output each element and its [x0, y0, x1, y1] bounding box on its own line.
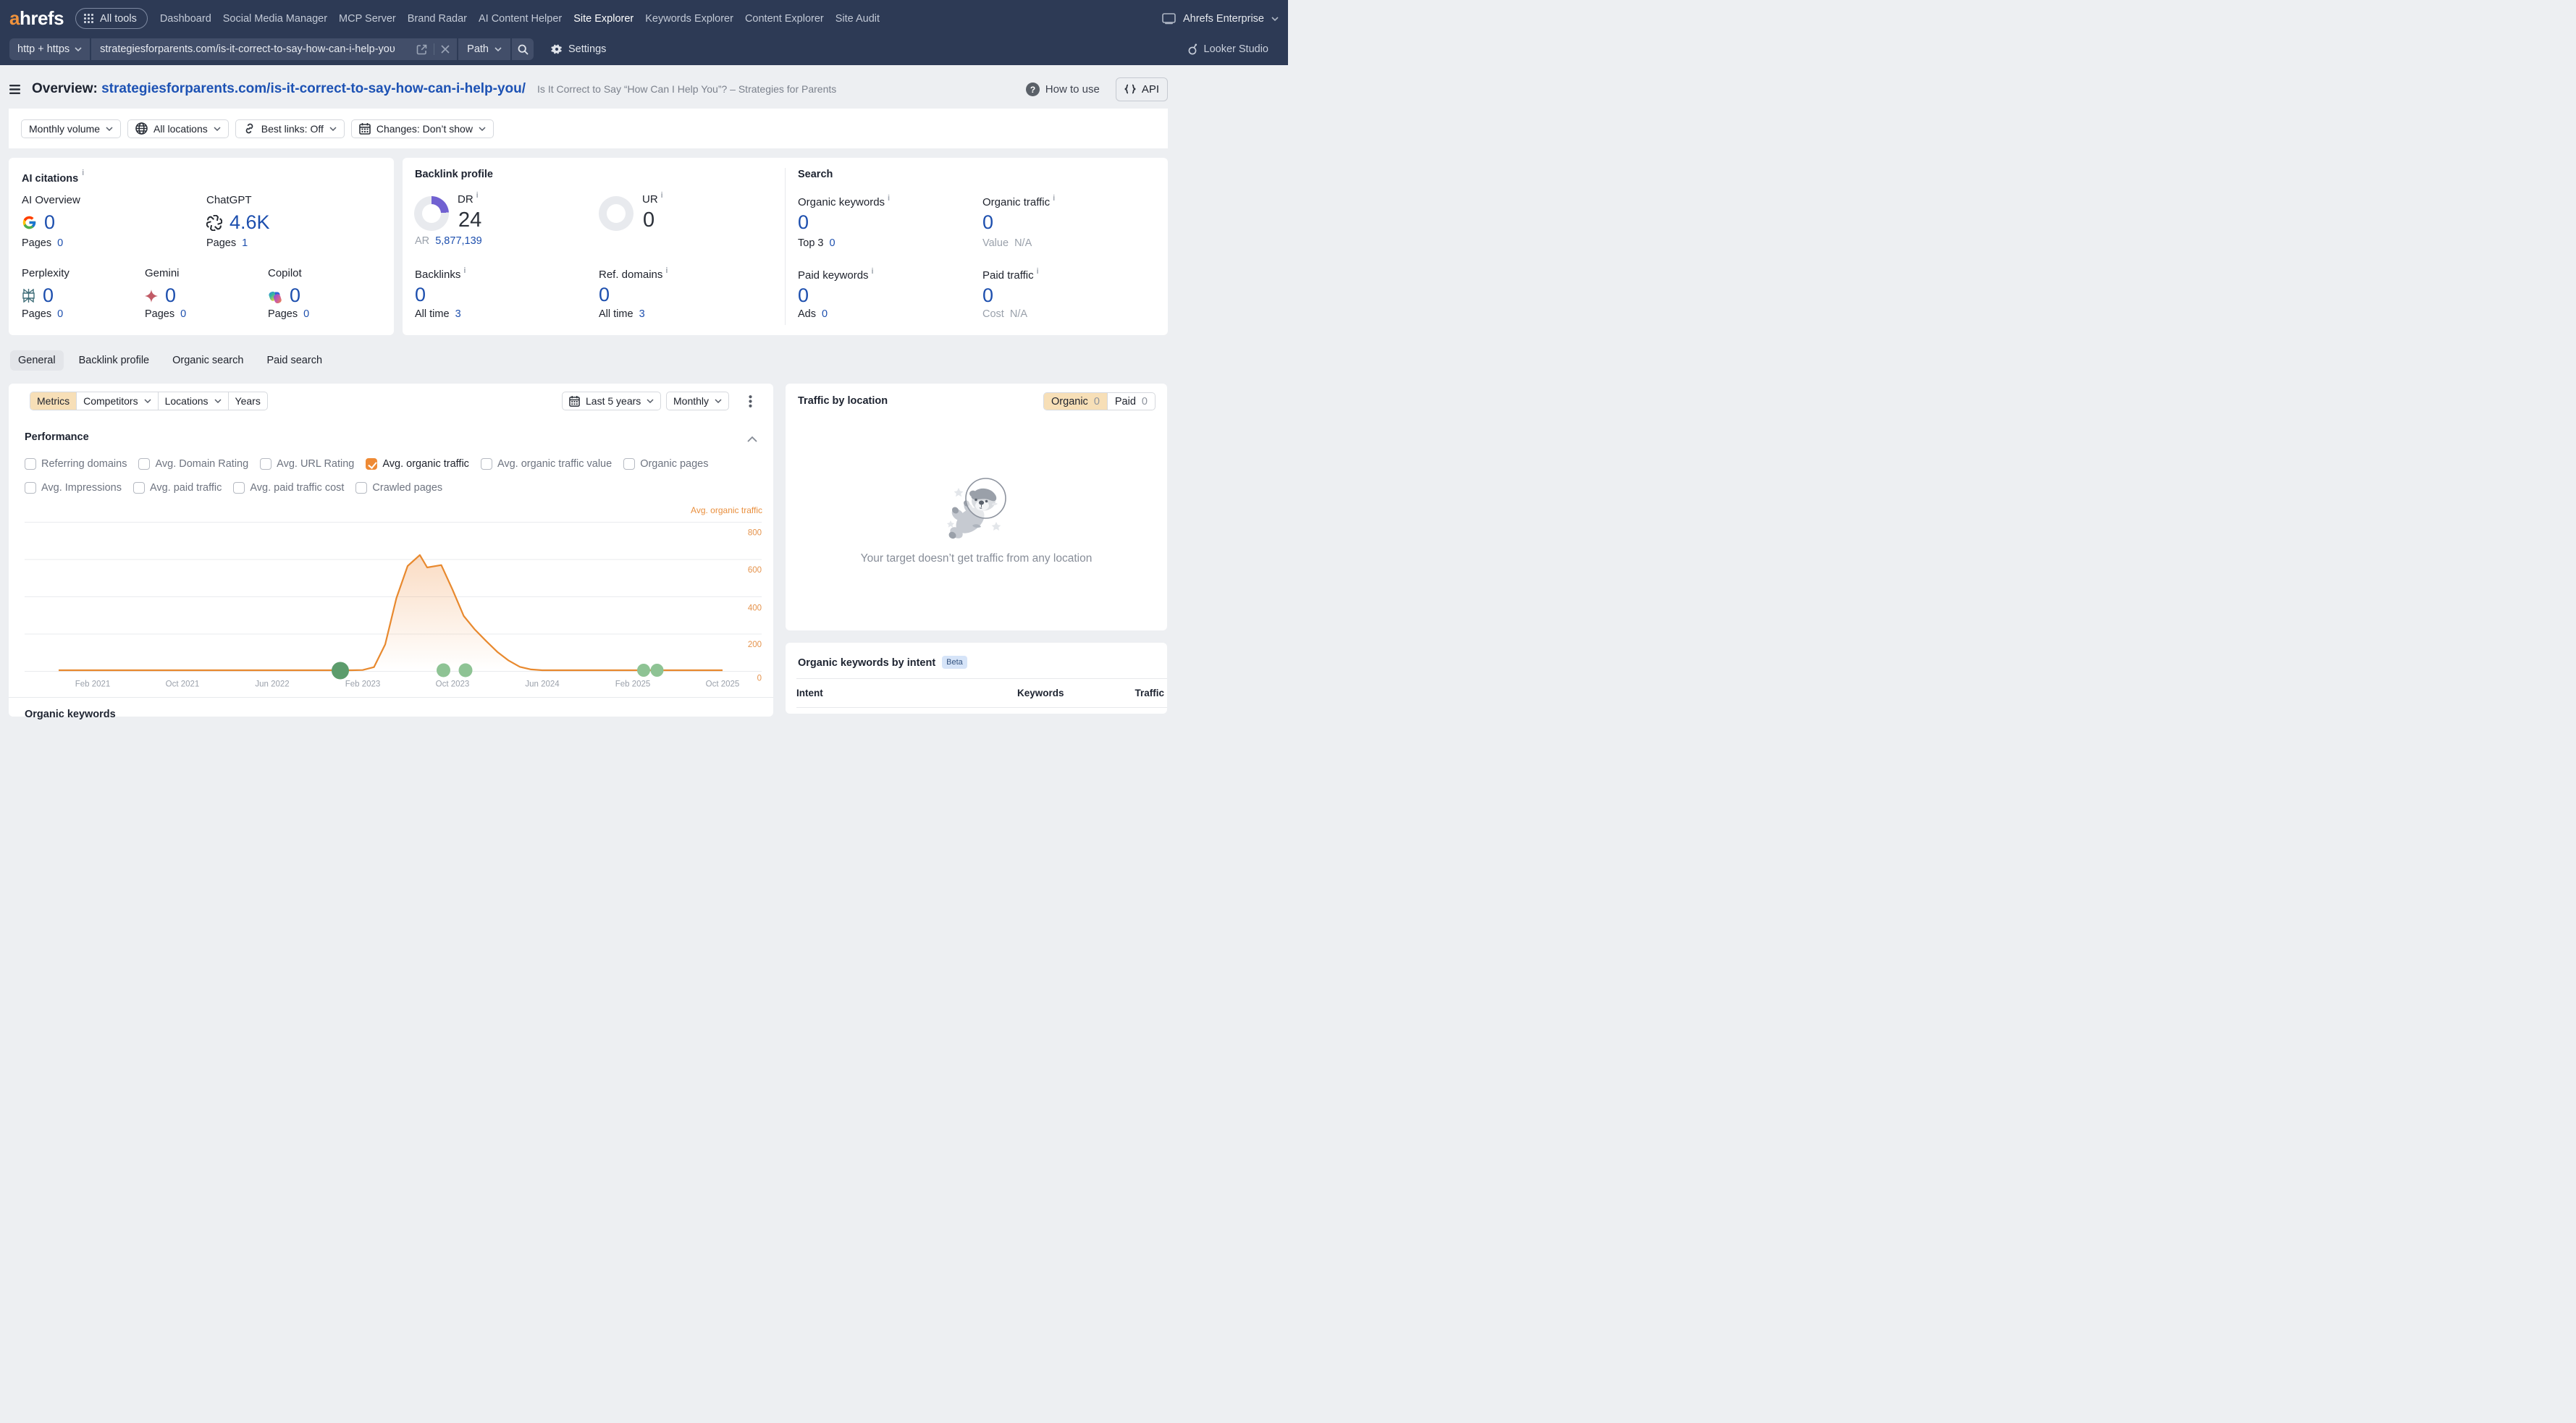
svg-text:Jun 2022: Jun 2022 — [255, 680, 289, 689]
svg-text:?: ? — [1030, 85, 1035, 95]
svg-text:Feb 2025: Feb 2025 — [615, 680, 651, 689]
svg-text:Jun 2024: Jun 2024 — [525, 680, 560, 689]
svg-text:Oct 2025: Oct 2025 — [706, 680, 740, 689]
svg-text:Oct 2021: Oct 2021 — [166, 680, 200, 689]
svg-text:400: 400 — [748, 604, 762, 613]
svg-text:800: 800 — [748, 529, 762, 538]
svg-text:Oct 2023: Oct 2023 — [436, 680, 470, 689]
svg-text:Feb 2021: Feb 2021 — [75, 680, 111, 689]
svg-text:200: 200 — [748, 641, 762, 649]
svg-text:Feb 2023: Feb 2023 — [345, 680, 381, 689]
svg-text:0: 0 — [757, 675, 762, 683]
svg-text:600: 600 — [748, 566, 762, 575]
